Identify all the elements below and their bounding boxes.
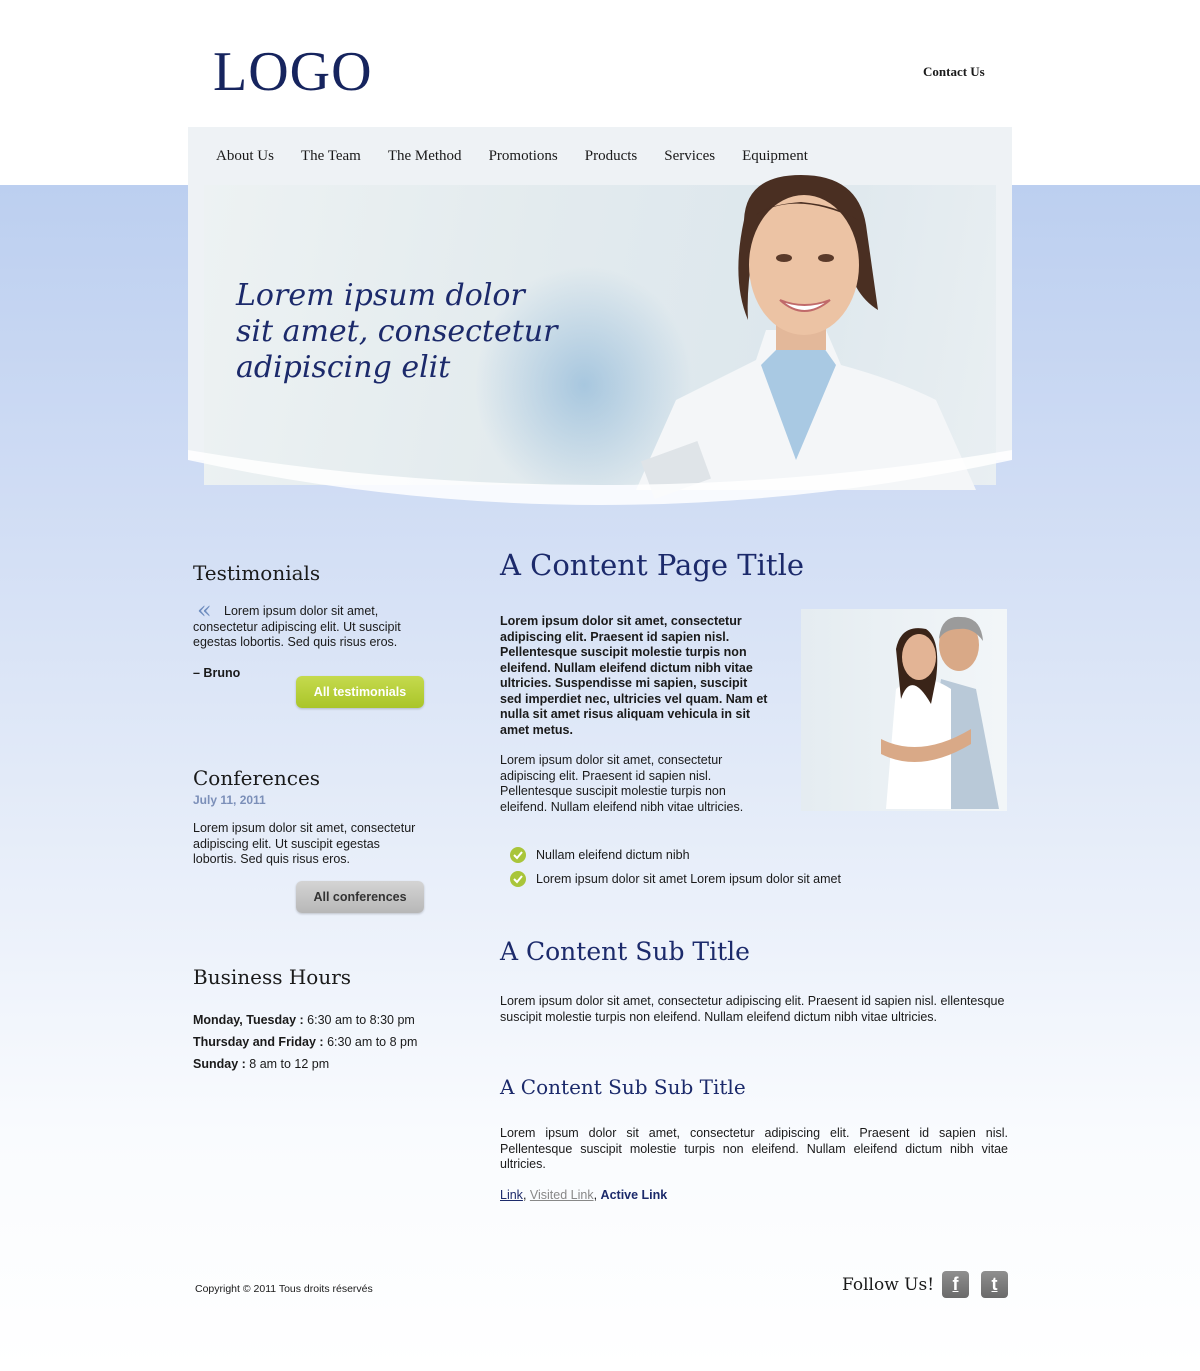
contact-us-link[interactable]: Contact Us (923, 64, 985, 80)
content-sub-sub-title: A Content Sub Sub Title (500, 1075, 746, 1099)
hero-line-1: Lorem ipsum dolor (236, 278, 525, 313)
page-title: A Content Page Title (500, 548, 805, 582)
content-sub-title: A Content Sub Title (500, 937, 750, 966)
hero-curve-decoration (188, 450, 1012, 505)
hours-time: 6:30 am to 8:30 pm (303, 1013, 415, 1027)
checklist-item: Nullam eleifend dictum nibh (510, 847, 690, 863)
checklist-label: Nullam eleifend dictum nibh (536, 848, 690, 862)
check-icon (510, 847, 526, 863)
hours-row: Sunday : 8 am to 12 pm (193, 1057, 329, 1073)
testimonial-quote: Lorem ipsum dolor sit amet, consectetur … (193, 604, 401, 649)
hero-headline: Lorem ipsum dolor sit amet, consectetur … (236, 278, 616, 386)
intro-bold-paragraph: Lorem ipsum dolor sit amet, consectetur … (500, 614, 768, 737)
all-conferences-button[interactable]: All conferences (296, 881, 424, 913)
sample-visited-link[interactable]: Visited Link (530, 1188, 594, 1202)
hours-row: Monday, Tuesday : 6:30 am to 8:30 pm (193, 1013, 415, 1029)
conference-date: July 11, 2011 (193, 793, 266, 807)
checklist-item: Lorem ipsum dolor sit amet Lorem ipsum d… (510, 871, 841, 887)
business-hours-heading: Business Hours (193, 965, 352, 989)
sub-sub-paragraph: Lorem ipsum dolor sit amet, consectetur … (500, 1126, 1008, 1171)
nav-item-services[interactable]: Services (664, 148, 715, 165)
testimonial-author: – Bruno (193, 666, 241, 680)
sub-paragraph: Lorem ipsum dolor sit amet, consectetur … (500, 994, 1005, 1024)
follow-us-label: Follow Us! (842, 1275, 935, 1295)
nav-item-promotions[interactable]: Promotions (489, 148, 558, 165)
nav-item-equipment[interactable]: Equipment (742, 148, 808, 165)
hours-day: Thursday and Friday : (193, 1035, 324, 1049)
hero-line-3: adipiscing elit (236, 350, 451, 385)
nav-item-the-method[interactable]: The Method (388, 148, 462, 165)
link-separator: , (522, 1188, 530, 1202)
all-testimonials-button[interactable]: All testimonials (296, 676, 424, 708)
nav-item-about-us[interactable]: About Us (216, 148, 274, 165)
check-icon (510, 871, 526, 887)
sample-link[interactable]: Link (500, 1188, 523, 1202)
testimonials-heading: Testimonials (193, 561, 321, 585)
intro-paragraph: Lorem ipsum dolor sit amet, consectetur … (500, 753, 744, 814)
link-samples: Link, Visited Link, Active Link (500, 1188, 667, 1202)
nav-item-products[interactable]: Products (585, 148, 638, 165)
hours-time: 6:30 am to 8 pm (323, 1035, 418, 1049)
hours-day: Monday, Tuesday : (193, 1013, 304, 1027)
conferences-heading: Conferences (193, 766, 321, 790)
nav-item-the-team[interactable]: The Team (301, 148, 361, 165)
copyright-text: Copyright © 2011 Tous droits réservés (195, 1283, 373, 1295)
twitter-icon[interactable]: t (981, 1271, 1008, 1298)
hero-line-2: sit amet, consectetur (236, 314, 558, 349)
link-separator: , (593, 1188, 601, 1202)
conference-text: Lorem ipsum dolor sit amet, consectetur … (193, 821, 416, 866)
logo[interactable]: LOGO (213, 40, 373, 104)
hours-time: 8 am to 12 pm (245, 1057, 330, 1071)
checklist-label: Lorem ipsum dolor sit amet Lorem ipsum d… (536, 872, 841, 886)
hours-day: Sunday : (193, 1057, 246, 1071)
hours-row: Thursday and Friday : 6:30 am to 8 pm (193, 1035, 417, 1051)
facebook-icon[interactable]: f (942, 1271, 969, 1298)
couple-photo (801, 609, 1007, 811)
sample-active-link[interactable]: Active Link (601, 1188, 668, 1202)
